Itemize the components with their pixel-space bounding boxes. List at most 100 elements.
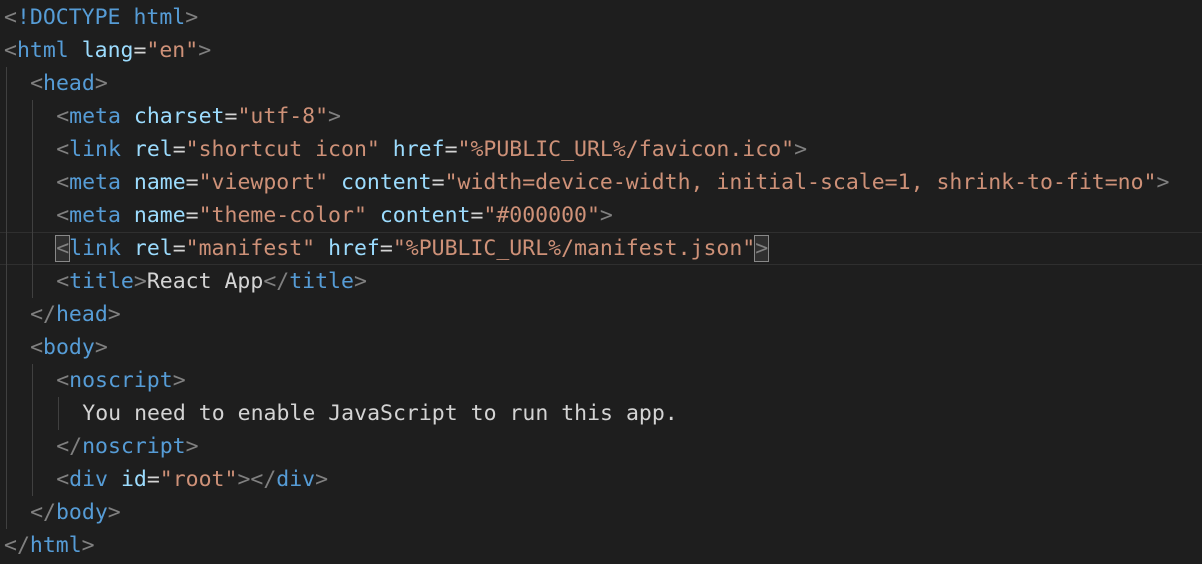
token-bracket-match: > — [754, 235, 770, 262]
token-str: "en" — [146, 38, 199, 63]
token-bracket-match: < — [55, 235, 71, 262]
token-str: "shortcut icon" — [185, 137, 380, 162]
token-bracket: > — [107, 302, 121, 327]
indent-guide — [6, 100, 7, 133]
token-bracket: </ — [263, 269, 290, 294]
code-line[interactable]: <title>React App</title> — [56, 265, 367, 298]
token-bracket: < — [30, 335, 44, 360]
indent-guide — [32, 397, 34, 430]
code-line[interactable]: <noscript> — [56, 364, 185, 397]
indent-guide — [6, 463, 7, 496]
token-tag: head — [55, 302, 108, 327]
token-tag: html — [16, 38, 69, 63]
token-tag: div — [69, 467, 108, 492]
code-line[interactable]: <div id="root"></div> — [56, 463, 328, 496]
token-bracket: </ — [30, 302, 56, 327]
code-editor[interactable]: <!DOCTYPE html> <html lang="en"> <head> <me… — [0, 0, 1202, 564]
indent-guide — [6, 397, 7, 430]
token-bracket: < — [56, 170, 70, 195]
token-tag: noscript — [82, 434, 186, 459]
token-bracket: < — [56, 368, 70, 393]
token-attr: charset — [133, 104, 225, 129]
indent-guide — [6, 166, 7, 199]
token-attr: id — [120, 467, 147, 492]
token-tag: head — [43, 71, 95, 96]
token-bracket: > — [198, 38, 212, 63]
token-bracket: > — [1156, 170, 1170, 195]
code-line[interactable]: <meta name="theme-color" content="#00000… — [56, 199, 613, 232]
token-str: "viewport" — [198, 170, 329, 195]
token-bracket: > — [94, 71, 108, 96]
token-eq: = — [379, 236, 393, 261]
token-tag: meta — [69, 104, 121, 129]
token-str: "#000000" — [483, 203, 600, 228]
code-line[interactable]: <meta name="viewport" content="width=dev… — [56, 166, 1169, 199]
token-tag: html — [133, 5, 186, 30]
indent-guide — [6, 364, 7, 397]
code-line[interactable]: <body> — [30, 331, 108, 364]
token-bracket: > — [599, 203, 613, 228]
token-tag: noscript — [69, 368, 173, 393]
token-bracket: > — [107, 500, 121, 525]
token-bracket: < — [56, 203, 70, 228]
token-attr: rel — [133, 236, 173, 261]
code-line[interactable]: </html> — [4, 529, 95, 562]
token-attr: href — [328, 236, 380, 261]
code-line[interactable]: You need to enable JavaScript to run thi… — [82, 397, 677, 430]
token-bracket: > — [185, 5, 199, 30]
token-eq: = — [431, 170, 445, 195]
indent-guide — [32, 364, 34, 397]
token-bracket: < — [30, 71, 44, 96]
token-attr: content — [379, 203, 471, 228]
code-line[interactable]: </noscript> — [56, 430, 198, 463]
indent-guide — [6, 430, 7, 463]
indent-guide — [58, 397, 60, 430]
token-str: "utf-8" — [237, 104, 329, 129]
indent-guide — [32, 166, 34, 199]
token-eq: = — [185, 203, 199, 228]
code-line[interactable]: <!DOCTYPE html> — [4, 1, 198, 34]
token-bracket: < — [56, 137, 70, 162]
code-line[interactable]: <head> — [30, 67, 108, 100]
indent-guide — [6, 199, 7, 232]
token-bracket: < — [4, 5, 17, 30]
token-attr: rel — [133, 137, 173, 162]
indent-guide — [6, 331, 7, 364]
token-attr: href — [392, 137, 445, 162]
indent-guide — [32, 265, 34, 298]
indent-guide — [32, 430, 34, 463]
token-tag: title — [289, 269, 354, 294]
indent-guide — [6, 67, 7, 100]
token-tag: body — [55, 500, 108, 525]
token-tag: meta — [69, 170, 121, 195]
code-line[interactable]: </body> — [30, 496, 121, 529]
token-tag: div — [276, 467, 316, 492]
token-bracket: </ — [56, 434, 83, 459]
token-bracket: </ — [30, 500, 56, 525]
token-eq: = — [224, 104, 238, 129]
token-bracket: > — [794, 137, 808, 162]
code-line[interactable]: <link rel="shortcut icon" href="%PUBLIC_… — [56, 133, 807, 166]
token-tag: link — [69, 137, 121, 162]
token-bracket: > — [81, 533, 95, 558]
token-bracket: > — [133, 269, 147, 294]
token-eq: = — [444, 137, 458, 162]
token-bracket: < — [56, 269, 70, 294]
token-text: You need to enable JavaScript to run thi… — [82, 401, 678, 426]
token-attr: name — [133, 170, 186, 195]
indent-guide — [32, 199, 34, 232]
code-line[interactable]: <link rel="manifest" href="%PUBLIC_URL%/… — [55, 232, 770, 265]
code-line[interactable]: </head> — [30, 298, 121, 331]
code-line[interactable]: <html lang="en"> — [4, 34, 211, 67]
code-line[interactable]: <meta charset="utf-8"> — [56, 100, 341, 133]
token-tag: link — [69, 236, 121, 261]
token-str: "root" — [159, 467, 238, 492]
